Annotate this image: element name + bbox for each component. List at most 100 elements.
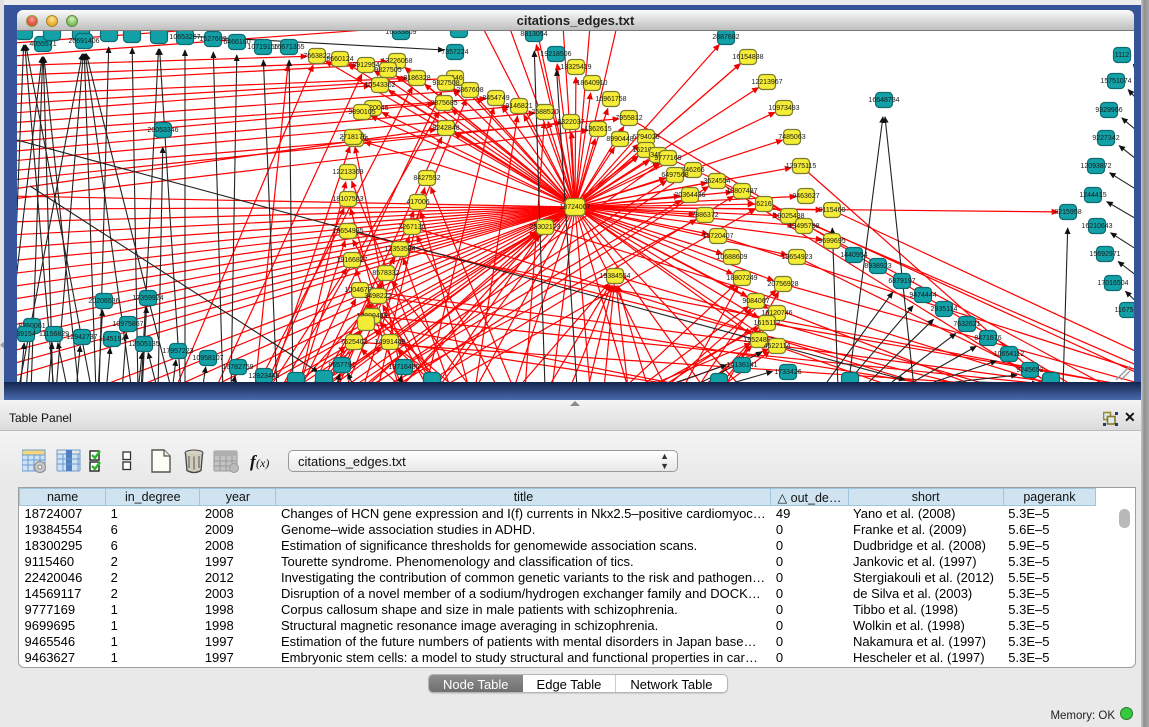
svg-text:15720407: 15720407: [702, 233, 733, 240]
svg-text:1733426: 1733426: [774, 369, 801, 376]
svg-text:1440954: 1440954: [840, 252, 867, 259]
svg-text:19218506: 19218506: [540, 51, 571, 58]
svg-text:10975867: 10975867: [112, 321, 143, 328]
svg-text:12213369: 12213369: [332, 169, 363, 176]
svg-text:13495798: 13495798: [788, 223, 819, 230]
svg-text:6497568: 6497568: [661, 172, 688, 179]
svg-text:9777169: 9777169: [654, 155, 681, 162]
svg-text:19384554: 19384554: [599, 273, 630, 280]
svg-text:20756928: 20756928: [767, 281, 798, 288]
svg-text:9329966: 9329966: [1095, 107, 1122, 114]
svg-text:6794028: 6794028: [632, 134, 659, 141]
svg-text:9463627: 9463627: [792, 193, 819, 200]
svg-text:18107563: 18107563: [332, 196, 363, 203]
svg-text:16961758: 16961758: [595, 96, 626, 103]
svg-text:8660124: 8660124: [326, 56, 353, 63]
svg-text:17016504: 17016504: [1097, 280, 1128, 287]
svg-text:9245652: 9245652: [1016, 367, 1043, 374]
svg-text:14991449: 14991449: [374, 339, 405, 346]
svg-text:18724007: 18724007: [559, 204, 590, 211]
svg-text:(x): (x): [256, 456, 269, 470]
svg-text:9115460: 9115460: [819, 207, 846, 214]
svg-text:20691406: 20691406: [68, 38, 99, 45]
svg-text:1615112: 1615112: [754, 320, 781, 327]
svg-text:16154838: 16154838: [732, 54, 763, 61]
svg-text:12213967: 12213967: [751, 79, 782, 86]
svg-text:3267130: 3267130: [398, 224, 425, 231]
svg-text:7886372: 7886372: [691, 212, 718, 219]
svg-text:1244415: 1244415: [1079, 192, 1106, 199]
svg-text:2867608: 2867608: [456, 87, 483, 94]
svg-text:12505135: 12505135: [128, 341, 159, 348]
svg-text:10688609: 10688609: [716, 254, 747, 261]
svg-text:9227342: 9227342: [1092, 135, 1119, 142]
svg-text:13716485: 13716485: [388, 364, 419, 371]
svg-text:6216: 6216: [756, 201, 772, 208]
svg-text:1362615: 1362615: [584, 126, 611, 133]
svg-text:3875685: 3875685: [430, 100, 457, 107]
svg-text:9474444: 9474444: [909, 292, 936, 299]
svg-text:9327508: 9327508: [432, 80, 459, 87]
svg-text:12093872: 12093872: [1080, 163, 1111, 170]
svg-text:417006: 417006: [406, 199, 429, 206]
svg-text:7955812: 7955812: [615, 115, 642, 122]
svg-text:1112: 1112: [1115, 52, 1130, 59]
svg-text:17359924: 17359924: [132, 295, 163, 302]
svg-text:7625402: 7625402: [340, 339, 367, 346]
svg-text:3498222: 3498222: [364, 293, 391, 300]
svg-text:20053346: 20053346: [147, 127, 178, 134]
svg-text:7485063: 7485063: [778, 134, 805, 141]
svg-text:10973493: 10973493: [768, 105, 799, 112]
svg-text:1145194: 1145194: [99, 336, 126, 343]
svg-text:2887682: 2887682: [712, 34, 739, 41]
svg-text:10543362: 10543362: [364, 82, 395, 89]
svg-text:16782759: 16782759: [222, 364, 253, 371]
svg-text:8813054: 8813054: [520, 31, 547, 38]
svg-text:10807487: 10807487: [726, 188, 757, 195]
svg-text:9890105: 9890105: [348, 109, 375, 116]
svg-text:14136141: 14136141: [726, 362, 757, 369]
svg-text:8990448: 8990448: [606, 136, 633, 143]
svg-text:13325419: 13325419: [560, 64, 591, 71]
svg-text:10958107: 10958107: [192, 355, 223, 362]
svg-text:8578332: 8578332: [372, 270, 399, 277]
svg-text:12923446: 12923446: [248, 373, 279, 380]
svg-text:20364436: 20364436: [674, 192, 705, 199]
svg-text:8938923: 8938923: [864, 263, 891, 270]
svg-text:16671355: 16671355: [273, 44, 304, 51]
svg-text:2718176: 2718176: [339, 134, 366, 141]
svg-text:9242848: 9242848: [432, 125, 459, 132]
svg-text:16210643: 16210643: [1081, 223, 1112, 230]
svg-text:9084067: 9084067: [742, 298, 769, 305]
svg-text:9657791: 9657791: [328, 362, 355, 369]
svg-text:7357224: 7357224: [441, 49, 468, 56]
svg-text:9146821: 9146821: [505, 103, 532, 110]
svg-text:16648784: 16648784: [868, 97, 899, 104]
svg-text:15692971: 15692971: [1089, 251, 1120, 258]
svg-text:9827505: 9827505: [374, 67, 401, 74]
svg-text:25302173: 25302173: [529, 224, 560, 231]
svg-text:20206536: 20206536: [88, 298, 119, 305]
svg-text:8471676: 8471676: [974, 335, 1001, 342]
svg-text:10654112: 10654112: [994, 351, 1025, 358]
svg-text:2935114: 2935114: [931, 306, 958, 313]
svg-text:19166827: 19166827: [336, 257, 367, 264]
svg-text:8454749: 8454749: [482, 95, 509, 102]
svg-text:2588520: 2588520: [531, 109, 558, 116]
svg-text:6879197: 6879197: [888, 278, 915, 285]
svg-text:19654923: 19654923: [781, 254, 812, 261]
svg-text:16033809: 16033809: [385, 31, 416, 36]
svg-text:19654985: 19654985: [332, 228, 363, 235]
svg-text:18640910: 18640910: [576, 80, 607, 87]
svg-text:8186328: 8186328: [403, 75, 430, 82]
svg-text:8322037: 8322037: [557, 119, 584, 126]
svg-text:15751074: 15751074: [1100, 78, 1131, 85]
svg-text:8427552: 8427552: [413, 175, 440, 182]
svg-text:8215958: 8215958: [1054, 209, 1081, 216]
svg-text:18807249: 18807249: [726, 275, 757, 282]
svg-text:11156829: 11156829: [39, 331, 69, 338]
svg-text:10653267: 10653267: [169, 34, 200, 41]
svg-text:9699695: 9699695: [818, 238, 845, 245]
svg-text:7632621: 7632621: [953, 321, 980, 328]
svg-text:12353584: 12353584: [384, 246, 415, 253]
